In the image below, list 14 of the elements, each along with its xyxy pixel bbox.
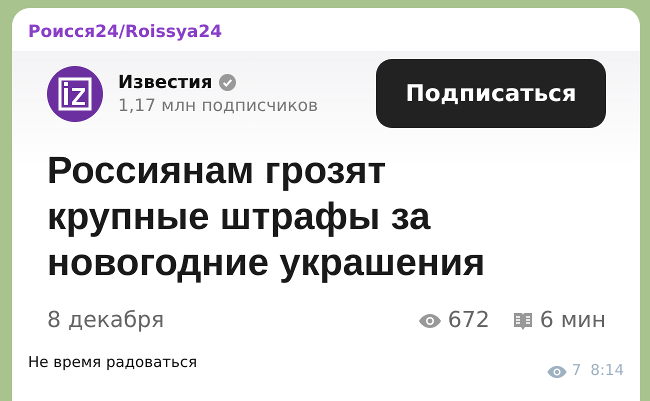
sender-name[interactable]: Роисся24/Roissya24 <box>12 8 640 51</box>
article-headline: Россиянам грозят крупные штрафы за новогодние украшения <box>47 149 486 286</box>
channel-avatar[interactable] <box>47 66 103 122</box>
article-date: 8 декабря <box>47 308 166 333</box>
eye-icon <box>418 312 442 328</box>
channel-name: Известия <box>118 72 212 92</box>
message-text: Не время радоваться <box>28 353 198 371</box>
read-time: 6 мин <box>540 308 606 333</box>
view-count: 7 <box>572 361 582 379</box>
message-time: 8:14 <box>590 361 624 379</box>
subscriber-count: 1,17 млн подписчиков <box>118 96 320 116</box>
eye-icon <box>546 365 568 379</box>
view-count: 672 <box>448 308 490 333</box>
subscribe-button[interactable]: Подписаться <box>376 59 606 128</box>
